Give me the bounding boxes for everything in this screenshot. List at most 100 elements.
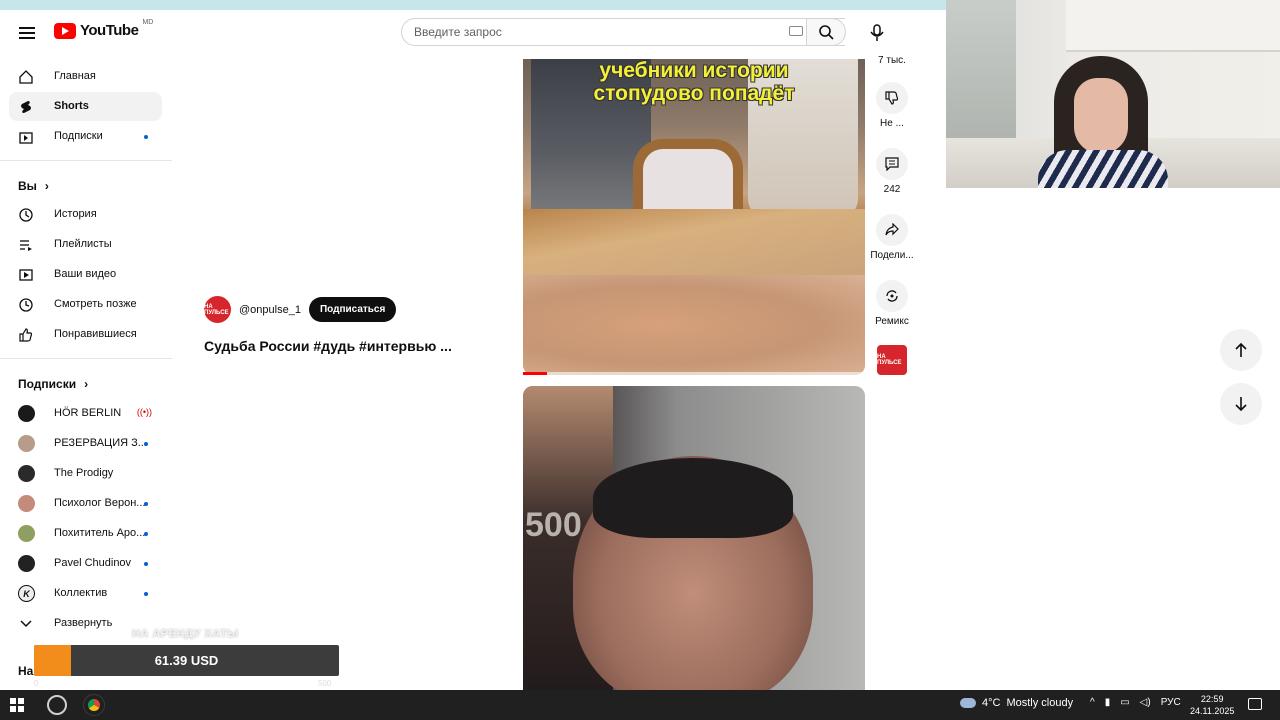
clock-time: 22:59 bbox=[1200, 694, 1224, 704]
webcam-body bbox=[1038, 150, 1168, 188]
section-title: Подписки bbox=[18, 377, 77, 391]
sidebar-section-subscriptions[interactable]: Подписки › bbox=[18, 377, 88, 391]
app-icon[interactable] bbox=[47, 695, 67, 715]
share-button[interactable]: Подели... bbox=[866, 214, 918, 261]
sidebar-item-home[interactable]: Главная bbox=[9, 62, 162, 91]
donation-goal-min: 0 bbox=[34, 679, 39, 688]
section-title: Вы bbox=[18, 179, 37, 193]
share-icon bbox=[876, 214, 908, 246]
menu-button[interactable] bbox=[12, 18, 42, 48]
sidebar-channel-reservation[interactable]: РЕЗЕРВАЦИЯ З... bbox=[9, 429, 162, 458]
like-count-label: 7 тыс. bbox=[878, 55, 906, 66]
history-icon bbox=[18, 207, 34, 223]
dislike-button[interactable]: Не ... bbox=[866, 82, 918, 129]
caption-line-2: стопудово попадёт bbox=[593, 82, 795, 105]
new-content-dot bbox=[144, 592, 148, 596]
channel-name: Коллектив bbox=[54, 587, 108, 599]
sidebar-channel-the-prodigy[interactable]: The Prodigy bbox=[9, 459, 162, 488]
search-button[interactable] bbox=[806, 18, 846, 46]
clock[interactable]: 22:59 24.11.2025 bbox=[1190, 693, 1234, 717]
webcam-face bbox=[1074, 78, 1128, 154]
search-placeholder: Введите запрос bbox=[414, 25, 502, 39]
video-table bbox=[523, 209, 865, 275]
system-tray: ^ ▮ ▭ ◁) РУС bbox=[1090, 697, 1181, 708]
youtube-app: YouTube MD Введите запрос Главная Shorts… bbox=[0, 10, 946, 690]
sidebar-item-playlists[interactable]: Плейлисты bbox=[9, 230, 162, 259]
next-short-preview[interactable]: 500 bbox=[523, 386, 865, 690]
channel-avatar bbox=[18, 495, 35, 512]
region-code: MD bbox=[142, 19, 154, 26]
keyboard-icon[interactable] bbox=[789, 26, 803, 36]
sidebar-channel-psychologist[interactable]: Психолог Верон... bbox=[9, 489, 162, 518]
shorts-icon bbox=[18, 99, 34, 115]
cloudy-icon bbox=[960, 698, 976, 708]
sidebar-channel-hor-berlin[interactable]: HÖR BERLIN ((•)) bbox=[9, 399, 162, 428]
webcam-cabinets bbox=[1066, 0, 1280, 52]
microphone-tray-icon[interactable]: ▮ bbox=[1105, 697, 1111, 708]
volume-icon[interactable]: ◁) bbox=[1140, 697, 1151, 708]
notification-icon[interactable] bbox=[1248, 698, 1262, 710]
short-title[interactable]: Судьба России #дудь #интервью ... bbox=[204, 338, 452, 354]
video-progress-bar[interactable] bbox=[523, 372, 865, 375]
sidebar-item-history[interactable]: История bbox=[9, 200, 162, 229]
channel-handle[interactable]: @onpulse_1 bbox=[239, 304, 301, 316]
comments-button[interactable]: 242 bbox=[866, 148, 918, 195]
next-short-button[interactable] bbox=[1220, 383, 1262, 425]
chevron-up-icon[interactable]: ^ bbox=[1090, 697, 1095, 708]
chevron-down-icon bbox=[18, 616, 34, 632]
voice-search-button[interactable] bbox=[862, 18, 892, 48]
video-caption: учебники истории стопудово попадёт bbox=[523, 59, 865, 105]
caption-line-1: учебники истории bbox=[599, 59, 789, 82]
sidebar-channel-aroma-thief[interactable]: Похититель Аро... bbox=[9, 519, 162, 548]
sidebar-item-label: История bbox=[54, 208, 97, 220]
your-videos-icon bbox=[18, 267, 34, 283]
sidebar-item-watch-later[interactable]: Смотреть позже bbox=[9, 290, 162, 319]
sidebar-item-label: Shorts bbox=[54, 100, 89, 112]
channel-name: РЕЗЕРВАЦИЯ З... bbox=[54, 437, 147, 449]
donation-goal-label: НА АРЕНДУ ХАТЫ bbox=[132, 628, 239, 640]
remix-button[interactable]: Ремикс bbox=[866, 280, 918, 327]
sidebar-item-label: Смотреть позже bbox=[54, 298, 137, 310]
sidebar-item-liked[interactable]: Понравившиеся bbox=[9, 320, 162, 349]
language-indicator[interactable]: РУС bbox=[1161, 697, 1181, 708]
channel-name: Pavel Chudinov bbox=[54, 557, 132, 569]
sidebar-channel-pavel-chudinov[interactable]: Pavel Chudinov bbox=[9, 549, 162, 578]
sidebar-item-label: Понравившиеся bbox=[54, 328, 137, 340]
new-content-dot bbox=[144, 442, 148, 446]
windows-start-icon[interactable] bbox=[10, 698, 24, 712]
donation-goal-max: 500 bbox=[318, 679, 332, 688]
new-content-dot bbox=[144, 502, 148, 506]
weather-temp: 4°C bbox=[982, 697, 1001, 709]
windows-taskbar: 4°C Mostly cloudy ^ ▮ ▭ ◁) РУС 22:59 24.… bbox=[0, 690, 1280, 720]
channel-avatar bbox=[18, 525, 35, 542]
previous-short-button[interactable] bbox=[1220, 329, 1262, 371]
youtube-logo[interactable]: YouTube MD bbox=[54, 19, 154, 39]
short-video-player[interactable]: учебники истории стопудово попадёт bbox=[523, 59, 865, 375]
sidebar-section-partial: На bbox=[18, 664, 33, 678]
channel-name: The Prodigy bbox=[54, 467, 114, 479]
sidebar-item-your-videos[interactable]: Ваши видео bbox=[9, 260, 162, 289]
live-icon: ((•)) bbox=[136, 407, 152, 417]
search-input[interactable]: Введите запрос bbox=[401, 18, 845, 46]
chrome-icon[interactable] bbox=[83, 694, 105, 716]
sidebar-divider bbox=[0, 160, 172, 161]
logo-text: YouTube bbox=[80, 22, 139, 39]
subscribe-button[interactable]: Подписаться bbox=[308, 297, 397, 322]
sidebar-channel-collective[interactable]: K Коллектив bbox=[9, 579, 162, 608]
sidebar-item-label: Подписки bbox=[54, 130, 103, 142]
sidebar-item-label: Плейлисты bbox=[54, 238, 112, 250]
chevron-right-icon: › bbox=[44, 179, 49, 193]
channel-avatar[interactable]: НА ПУЛЬСЕ bbox=[204, 296, 231, 323]
sidebar-item-subscriptions[interactable]: Подписки bbox=[9, 122, 162, 151]
battery-icon[interactable]: ▭ bbox=[1120, 697, 1129, 708]
sidebar-section-you[interactable]: Вы › bbox=[18, 179, 49, 193]
sidebar-item-label: Главная bbox=[54, 70, 96, 82]
microphone-icon bbox=[870, 24, 884, 41]
chevron-right-icon: › bbox=[84, 377, 89, 391]
new-content-dot bbox=[144, 532, 148, 536]
sidebar-item-shorts[interactable]: Shorts bbox=[9, 92, 162, 121]
weather-widget[interactable]: 4°C Mostly cloudy bbox=[960, 697, 1073, 709]
new-content-dot bbox=[144, 562, 148, 566]
channel-logo-icon[interactable]: НА ПУЛЬСЕ bbox=[877, 345, 907, 375]
webcam-overlay bbox=[946, 0, 1280, 188]
